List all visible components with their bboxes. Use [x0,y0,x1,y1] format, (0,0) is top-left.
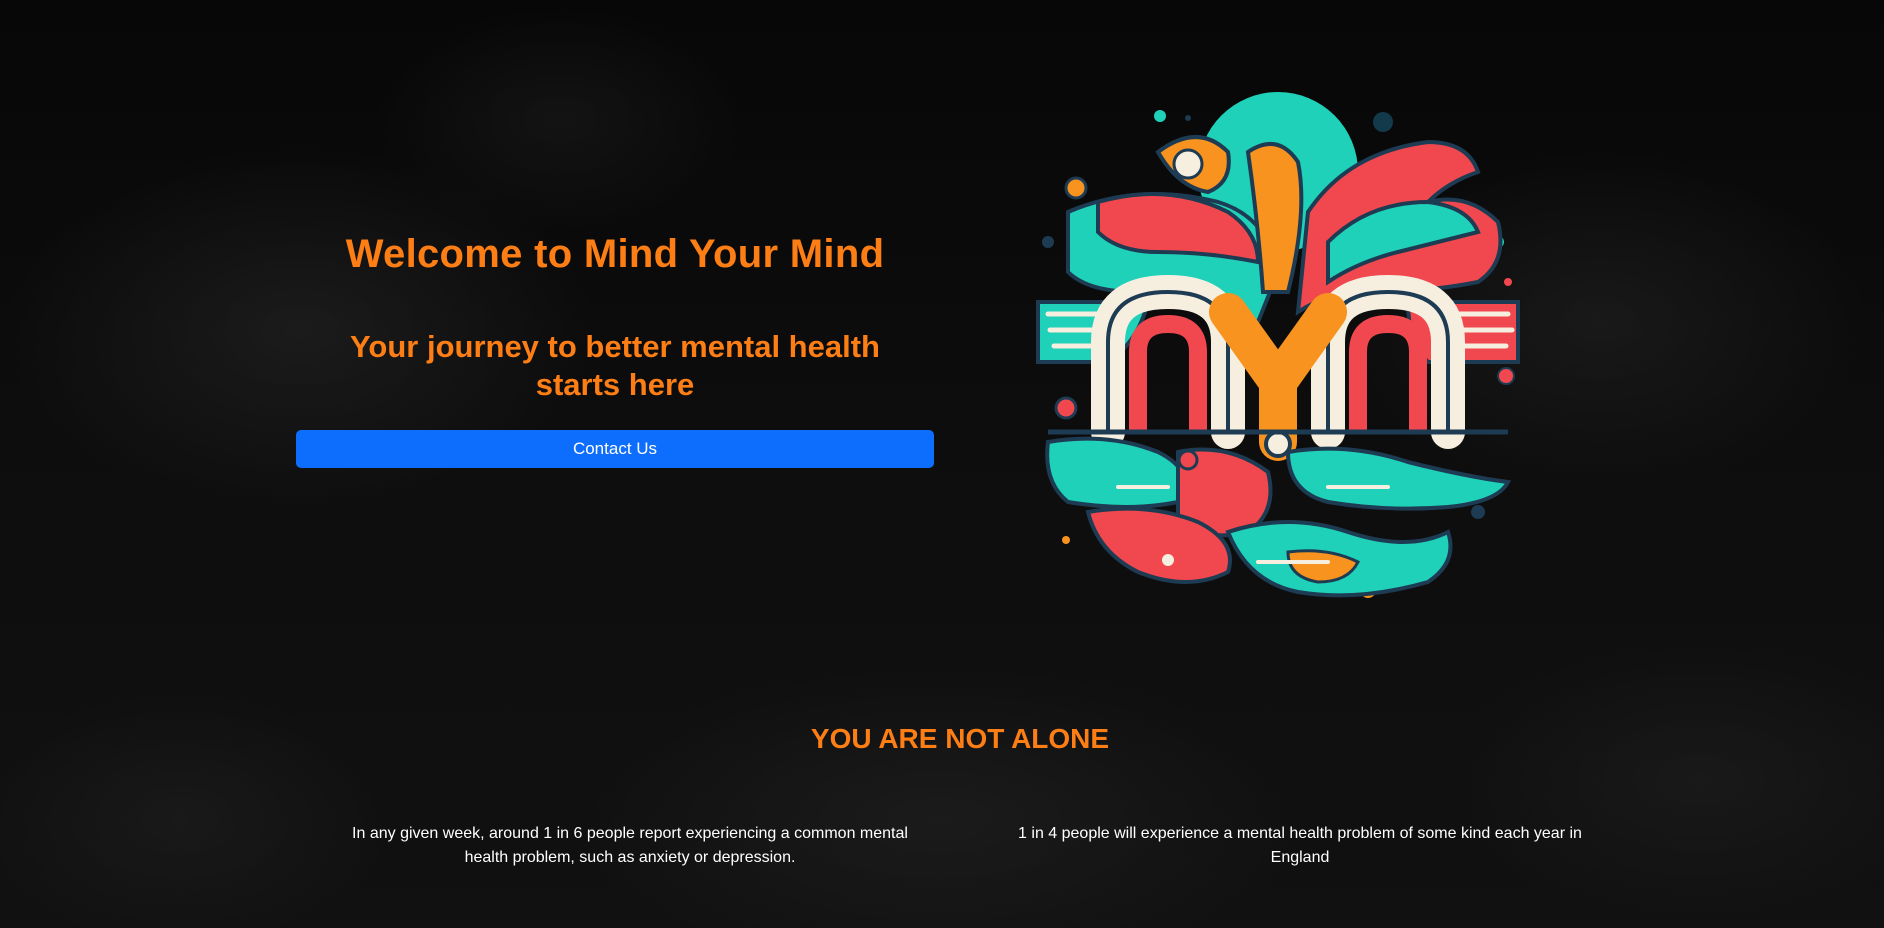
stat-weekly: In any given week, around 1 in 6 people … [352,825,908,866]
mind-your-mind-logo [1036,92,1520,598]
hero-subtitle: Your journey to better mental health sta… [350,329,880,402]
contact-us-button[interactable]: Contact Us [296,430,934,468]
page: Welcome to Mind Your Mind Your journey t… [0,0,1884,928]
stats-row: In any given week, around 1 in 6 people … [340,806,1590,886]
hero-title: Welcome to Mind Your Mind [345,232,885,276]
section-title: YOU ARE NOT ALONE [810,723,1110,754]
hero-section: Welcome to Mind Your Mind Your journey t… [296,230,934,468]
stat-yearly: 1 in 4 people will experience a mental h… [1018,825,1582,866]
